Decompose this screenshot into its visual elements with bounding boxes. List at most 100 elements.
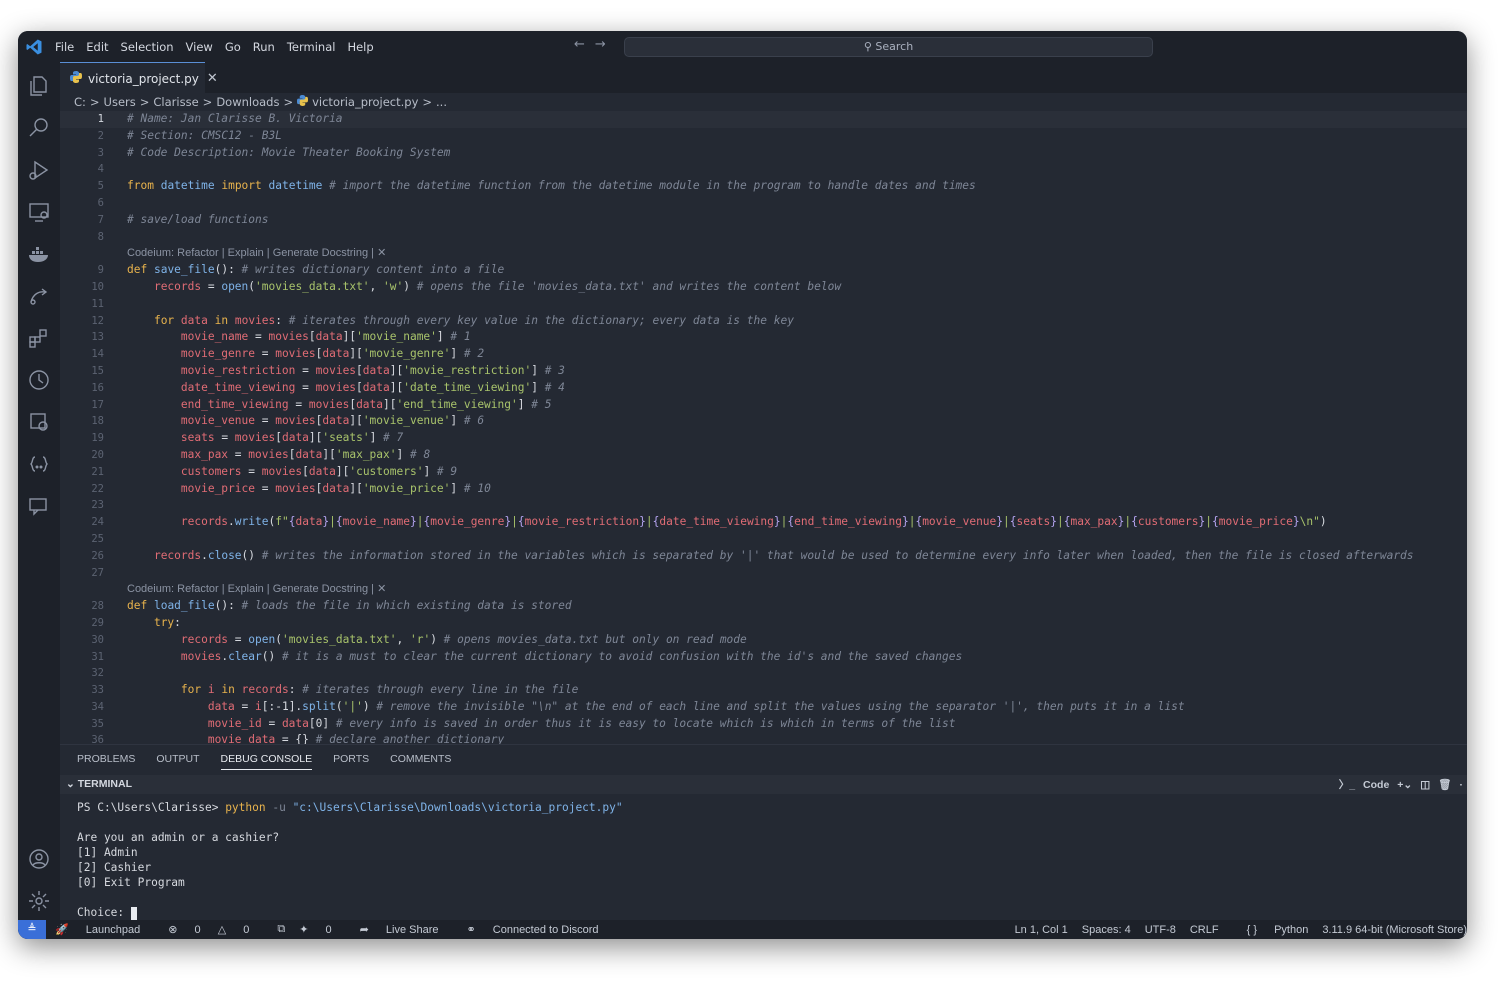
accounts-icon[interactable] [27, 847, 51, 871]
live-share-item[interactable]: ➦ Live Share [360, 923, 453, 936]
breadcrumb-file[interactable]: victoria_project.py [312, 95, 418, 109]
code-token: { [335, 515, 343, 529]
indentation[interactable]: Spaces: 4 [1082, 924, 1131, 936]
terminal-argument: -u [265, 801, 293, 814]
code-token: movies [268, 330, 309, 344]
extensions-icon[interactable] [27, 326, 51, 350]
breadcrumb-clarisse[interactable]: Clarisse [153, 95, 198, 109]
language-mode[interactable]: { } Python [1233, 924, 1309, 936]
terminal-output[interactable]: PS C:\Users\Clarisse> python -u "c:\User… [77, 800, 623, 920]
tab-output[interactable]: OUTPUT [156, 753, 199, 770]
language-label: Python [1274, 923, 1309, 936]
back-arrow-icon[interactable]: ← [574, 37, 585, 52]
remote-explorer-icon[interactable] [27, 200, 51, 224]
code-token: } [639, 515, 646, 529]
code-token: movies [275, 347, 316, 361]
line-number: 30 [91, 633, 104, 646]
breadcrumb-drive[interactable]: C: [74, 95, 86, 109]
code-token: # 6 [463, 414, 485, 428]
timeline-icon[interactable] [27, 368, 51, 392]
tab-victoria-project[interactable]: victoria_project.py ✕ [60, 62, 218, 94]
code-token: records [153, 279, 202, 293]
remote-indicator-icon[interactable]: ≜ [18, 920, 46, 939]
ports-item[interactable]: ✦ 0 [299, 923, 345, 936]
menu-help[interactable]: Help [347, 40, 373, 54]
launchpad-item[interactable]: 🚀 Launchpad [55, 923, 154, 936]
new-terminal-icon[interactable]: +⌄ [1397, 779, 1412, 791]
tab-problems[interactable]: PROBLEMS [77, 753, 135, 770]
menu-view[interactable]: View [186, 40, 213, 54]
code-token: data [207, 699, 235, 713]
run-debug-icon[interactable] [27, 158, 51, 182]
line-endings[interactable]: CRLF [1190, 924, 1219, 936]
docker-icon[interactable] [27, 242, 51, 266]
tab-comments[interactable]: COMMENTS [390, 753, 451, 770]
code-token: ][ [342, 330, 357, 344]
code-token: = [254, 414, 276, 428]
terminal-shell-label[interactable]: Code [1363, 779, 1389, 791]
code-token: = [234, 699, 255, 713]
search-view-icon[interactable] [27, 116, 51, 140]
code-token: # 8 [409, 447, 431, 461]
tab-debug-console[interactable]: DEBUG CONSOLE [220, 753, 313, 770]
tab-ports[interactable]: PORTS [333, 753, 369, 770]
comments-icon[interactable] [27, 494, 51, 518]
code-line: 35 movie_id = data[0] # every info is sa… [60, 716, 1467, 733]
codeium-codelens[interactable]: Codeium: Refactor | Explain | Generate D… [127, 245, 386, 262]
terminal-shell-icon: 〉_ [1338, 779, 1356, 791]
line-number: 2 [97, 129, 104, 142]
code-token: # remove the invisible "\n" at the end o… [376, 699, 1185, 713]
json-braces-icon[interactable] [27, 452, 51, 476]
copy-icon[interactable]: ⧉ [277, 923, 285, 936]
code-token: # Name: Jan Clarisse B. Victoria [127, 112, 343, 125]
code-token: records [180, 632, 229, 646]
code-token: movie_price [1218, 515, 1293, 529]
menu-terminal[interactable]: Terminal [287, 40, 336, 54]
forward-arrow-icon[interactable]: → [595, 37, 606, 52]
explorer-icon[interactable] [27, 74, 51, 98]
cursor-position[interactable]: Ln 1, Col 1 [1015, 924, 1068, 936]
menu-edit[interactable]: Edit [86, 40, 108, 54]
code-token: ) [362, 699, 377, 713]
testing-icon[interactable] [27, 410, 51, 434]
terminal-title[interactable]: TERMINAL [78, 778, 132, 790]
kill-terminal-icon[interactable]: 🗑 [1438, 778, 1451, 791]
close-icon[interactable]: ✕ [207, 71, 218, 86]
menu-selection[interactable]: Selection [121, 40, 174, 54]
menu-go[interactable]: Go [225, 40, 241, 54]
terminal-path: "c:\Users\Clarisse\Downloads\victoria_pr… [292, 801, 623, 814]
menu-file[interactable]: File [55, 40, 74, 54]
breadcrumb-downloads[interactable]: Downloads [216, 95, 279, 109]
python-interpreter[interactable]: 3.11.9 64-bit (Microsoft Store) [1322, 924, 1467, 936]
menu-run[interactable]: Run [253, 40, 275, 54]
more-actions-icon[interactable]: · [1460, 779, 1464, 791]
code-token: movie_price [180, 481, 255, 495]
code-editor[interactable]: 1 # Name: Jan Clarisse B. Victoria 2 # Sect… [60, 111, 1467, 744]
code-line: 13 movie_name = movies[data]['movie_name… [60, 329, 1467, 346]
code-text: records = open('movies_data.txt', 'r') #… [127, 632, 747, 649]
code-token: 'movie_genre' [362, 347, 451, 361]
code-token: customers [1137, 515, 1199, 529]
live-share-icon[interactable] [27, 284, 51, 308]
breadcrumb-symbol[interactable]: ... [436, 95, 447, 109]
file-encoding[interactable]: UTF-8 [1145, 924, 1176, 936]
code-token: = [288, 397, 309, 411]
code-text: movies.clear() # it is a must to clear t… [127, 649, 962, 666]
nav-arrows: ← → [574, 37, 616, 52]
code-line: 22 movie_price = movies[data]['movie_pri… [60, 481, 1467, 498]
codeium-codelens[interactable]: Codeium: Refactor | Explain | Generate D… [127, 581, 386, 598]
code-line: 7 # save/load functions [60, 212, 1467, 229]
breadcrumb-users[interactable]: Users [104, 95, 136, 109]
problems-item[interactable]: ⊗ 0 △ 0 [168, 923, 263, 936]
tab-label: victoria_project.py [88, 71, 199, 86]
code-token: ] [531, 380, 545, 394]
split-terminal-icon[interactable]: ◫ [1420, 779, 1430, 791]
gear-icon[interactable] [27, 889, 51, 913]
chevron-down-icon[interactable]: ⌄ [66, 778, 75, 790]
code-text: movie_genre = movies[data]['movie_genre'… [127, 346, 484, 363]
discord-item[interactable]: ⚭ Connected to Discord [466, 923, 612, 936]
code-token: = [201, 279, 222, 293]
command-center-search[interactable]: ⚲ Search [624, 37, 1153, 57]
